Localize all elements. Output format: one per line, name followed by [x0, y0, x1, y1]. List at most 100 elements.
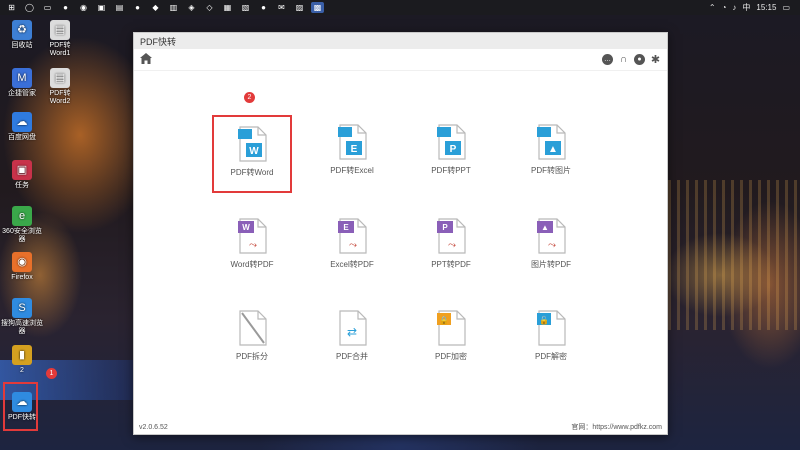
- website-label: 官网：https://www.pdfkz.com: [571, 422, 662, 432]
- desktop-icon[interactable]: ▤ PDF转 Word2: [38, 68, 82, 106]
- tool-tile[interactable]: P PDF转PPT: [411, 115, 491, 193]
- desktop-icon-image: ☁: [12, 112, 32, 132]
- tool-tile[interactable]: ▲ PDF转图片: [511, 115, 591, 193]
- svg-text:⤳: ⤳: [548, 240, 556, 251]
- file-conversion-icon: 🔓: [537, 310, 566, 346]
- desktop-icon-image: ▤: [50, 68, 70, 88]
- tool-tile[interactable]: E PDF转Excel: [312, 115, 392, 193]
- taskbar-app-icon[interactable]: ▭: [41, 2, 54, 13]
- clock[interactable]: 15:15: [756, 3, 776, 12]
- tool-tile-label: PDF加密: [435, 352, 467, 361]
- taskbar-app-icon[interactable]: ◈: [185, 2, 198, 13]
- taskbar-app-icon[interactable]: ▤: [113, 2, 126, 13]
- tool-tile-label: PPT转PDF: [431, 260, 471, 269]
- desktop-icon-label: 搜狗高速浏览器: [1, 320, 43, 335]
- taskbar-app-icon[interactable]: ◇: [203, 2, 216, 13]
- taskbar-app-icon[interactable]: ✉: [275, 2, 288, 13]
- tool-tile[interactable]: ⇄ PDF合并: [312, 301, 392, 379]
- notification-icon[interactable]: ▭: [782, 3, 790, 12]
- desktop-icon-label: 任务: [15, 182, 29, 189]
- taskbar-app-icon[interactable]: ▧: [239, 2, 252, 13]
- network-icon[interactable]: ◔: [722, 3, 727, 12]
- tool-tile[interactable]: PDF拆分: [212, 301, 292, 379]
- taskbar-app-icon[interactable]: ⊞: [5, 2, 18, 13]
- website-link[interactable]: https://www.pdfkz.com: [592, 424, 662, 431]
- file-conversion-icon: ⤳P: [437, 218, 466, 254]
- taskbar-app-icon[interactable]: ▩: [311, 2, 324, 13]
- ime-indicator[interactable]: 中: [742, 2, 750, 13]
- toolbar: … ∩ ● ✱: [134, 49, 667, 71]
- taskbar-app-icon[interactable]: ▦: [221, 2, 234, 13]
- taskbar-app-icon[interactable]: ◯: [23, 2, 36, 13]
- tool-tile[interactable]: ⤳ E Excel转PDF: [312, 209, 392, 287]
- file-conversion-icon: [239, 310, 267, 346]
- file-conversion-icon: ⤳E: [338, 218, 367, 254]
- tool-tile[interactable]: W PDF转Word: [212, 115, 292, 193]
- tool-tile[interactable]: ⤳ P PPT转PDF: [411, 209, 491, 287]
- file-conversion-icon: 🔒: [437, 310, 466, 346]
- chat-icon[interactable]: …: [602, 54, 613, 65]
- tool-tile-label: PDF转图片: [531, 166, 571, 175]
- lock-icon: 🔒: [439, 316, 449, 325]
- taskbar-app-icon[interactable]: ▣: [95, 2, 108, 13]
- tool-tile-label: PDF合并: [336, 352, 368, 361]
- desktop-icon[interactable]: ◉ Firefox: [0, 252, 44, 282]
- tool-tile[interactable]: ⤳ W Word转PDF: [212, 209, 292, 287]
- home-icon[interactable]: [140, 51, 152, 69]
- taskbar-app-icon[interactable]: ◉: [77, 2, 90, 13]
- file-type-badge: P: [442, 223, 448, 232]
- tool-tile[interactable]: ⤳ ▲ 图片转PDF: [511, 209, 591, 287]
- desktop-icon[interactable]: e 360安全浏览器: [0, 206, 44, 244]
- desktop-icon-label: PDF转 Word2: [49, 90, 71, 105]
- svg-text:⇄: ⇄: [347, 325, 357, 339]
- desktop-icon[interactable]: ▣ 任务: [0, 160, 44, 190]
- desktop-icon-label: PDF转 Word1: [49, 42, 71, 57]
- desktop-icon[interactable]: S 搜狗高速浏览器: [0, 298, 44, 336]
- desktop-icon-image: ▣: [12, 160, 32, 180]
- version-label: v2.0.6.52: [139, 423, 168, 431]
- desktop-icon-image: ◉: [12, 252, 32, 272]
- desktop-icon[interactable]: ☁ 百度网盘: [0, 112, 44, 142]
- file-conversion-icon: E: [338, 124, 367, 160]
- headset-icon[interactable]: ∩: [618, 54, 629, 65]
- tool-tile-label: Excel转PDF: [330, 260, 374, 269]
- desktop-icon-label: 2: [20, 367, 24, 374]
- desktop-icon-image: e: [12, 206, 32, 226]
- taskbar-app-icon[interactable]: ●: [257, 2, 270, 13]
- file-conversion-icon: ▲: [537, 124, 566, 160]
- status-footer: v2.0.6.52 官网：https://www.pdfkz.com: [134, 420, 667, 434]
- taskbar-app-icon[interactable]: ▥: [167, 2, 180, 13]
- taskbar-app-icon[interactable]: ◆: [149, 2, 162, 13]
- tray-arrow-icon[interactable]: ⌃: [709, 3, 716, 12]
- step-badge-1: 1: [46, 368, 57, 379]
- unlock-icon: 🔓: [539, 315, 549, 325]
- taskbar-app-icon[interactable]: ●: [131, 2, 144, 13]
- title-bar[interactable]: PDF快转: [134, 33, 667, 49]
- taskbar-app-icon[interactable]: ●: [59, 2, 72, 13]
- desktop-icon[interactable]: ▮ 2: [0, 345, 44, 375]
- desktop-icon-image: ▮: [12, 345, 32, 365]
- svg-text:⤳: ⤳: [349, 240, 357, 251]
- file-type-badge: P: [450, 144, 457, 155]
- desktop-icon[interactable]: ▤ PDF转 Word1: [38, 20, 82, 58]
- tool-tile[interactable]: 🔓 PDF解密: [511, 301, 591, 379]
- taskbar-app-icon[interactable]: ▨: [293, 2, 306, 13]
- taskbar: ⊞ ◯ ▭ ● ◉ ▣ ▤ ● ◆ ▥ ◈ ◇ ▦ ▧ ● ✉ ▨ ▩ ⌃ ◔ ♪ 中 15:15 ▭: [0, 0, 800, 15]
- svg-text:⤳: ⤳: [249, 240, 257, 251]
- app-window: PDF快转 … ∩ ● ✱ W PDF转Word E PDF转Excel P PDF转PP…: [133, 32, 668, 435]
- tool-tile-label: PDF解密: [535, 352, 567, 361]
- website-prefix: 官网：: [571, 424, 593, 431]
- tool-tile-label: 图片转PDF: [531, 260, 571, 269]
- file-conversion-icon: ⤳W: [238, 218, 267, 254]
- desktop-icon-image: ♻: [12, 20, 32, 40]
- tool-tile-label: PDF转Excel: [330, 166, 374, 175]
- desktop-icon-label: Firefox: [11, 274, 33, 281]
- tool-tile[interactable]: 🔒 PDF加密: [411, 301, 491, 379]
- gear-icon[interactable]: ✱: [650, 54, 661, 66]
- file-conversion-icon: ⤳▲: [537, 218, 566, 254]
- volume-icon[interactable]: ♪: [732, 3, 736, 12]
- desktop-icon-image: M: [12, 68, 32, 88]
- desktop-icon-highlight: [3, 382, 38, 431]
- user-icon[interactable]: ●: [634, 54, 645, 65]
- tool-tile-label: PDF转PPT: [431, 166, 471, 175]
